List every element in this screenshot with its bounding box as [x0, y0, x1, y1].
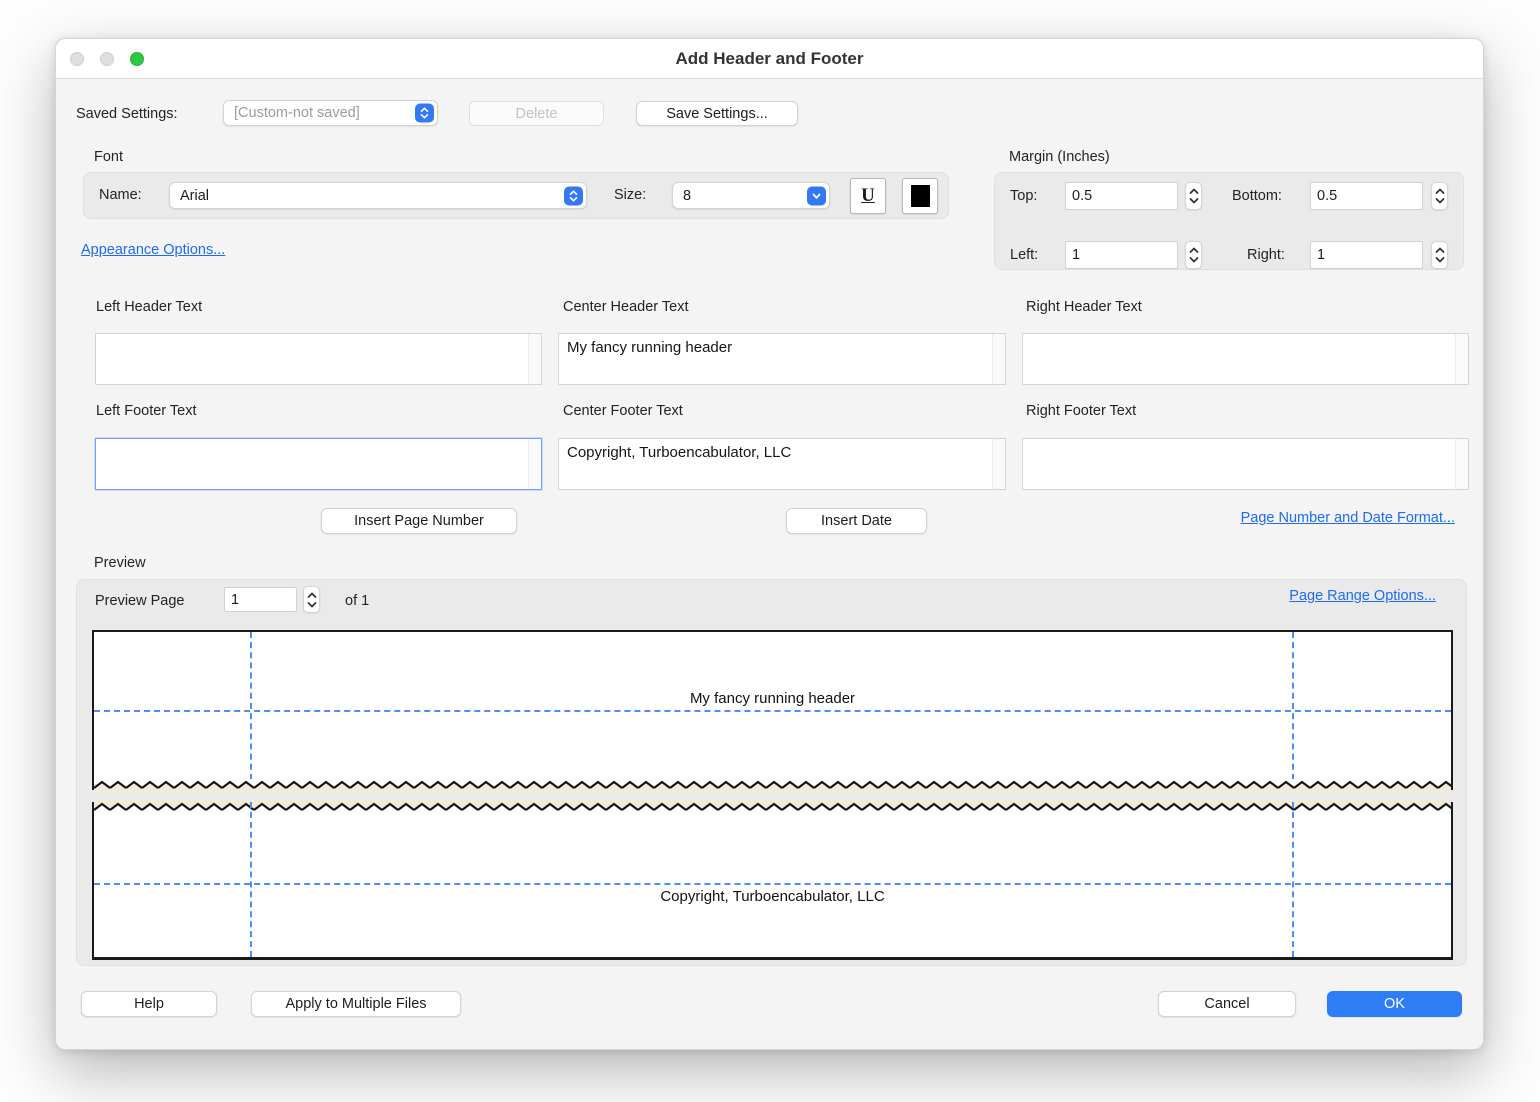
- scrollbar-track[interactable]: [528, 439, 541, 489]
- preview-page-label: Preview Page: [95, 593, 184, 609]
- font-size-label: Size:: [614, 187, 646, 203]
- popup-updown-icon: [564, 186, 583, 205]
- left-header-textarea[interactable]: [96, 334, 527, 384]
- preview-page-footer-region: Copyright, Turboencabulator, LLC: [92, 802, 1453, 960]
- margin-right-label: Right:: [1247, 247, 1285, 263]
- insert-page-number-button[interactable]: Insert Page Number: [321, 508, 517, 534]
- page-range-options-link[interactable]: Page Range Options...: [1289, 588, 1436, 604]
- torn-edge-icon: [94, 800, 1451, 813]
- font-name-select[interactable]: Arial: [169, 182, 587, 209]
- margin-top-label: Top:: [1010, 188, 1037, 204]
- right-header-field[interactable]: [1022, 333, 1469, 385]
- add-header-footer-dialog: Add Header and Footer Saved Settings: [C…: [55, 38, 1484, 1050]
- margin-left-stepper[interactable]: [1185, 241, 1202, 269]
- preview-group: Preview Page of 1 Page Range Options... …: [76, 579, 1467, 966]
- margin-top-input[interactable]: [1065, 182, 1178, 210]
- scrollbar-track[interactable]: [992, 439, 1005, 489]
- page-number-date-format-link[interactable]: Page Number and Date Format...: [1241, 510, 1455, 526]
- margin-top-stepper[interactable]: [1185, 182, 1202, 210]
- center-footer-textarea[interactable]: Copyright, Turboencabulator, LLC: [559, 439, 991, 489]
- left-footer-label: Left Footer Text: [96, 403, 196, 419]
- apply-to-multiple-files-button[interactable]: Apply to Multiple Files: [251, 991, 461, 1017]
- font-group-label: Font: [94, 149, 123, 165]
- right-footer-label: Right Footer Text: [1026, 403, 1136, 419]
- right-margin-guide: [1292, 802, 1294, 957]
- help-button[interactable]: Help: [81, 991, 217, 1017]
- appearance-options-link[interactable]: Appearance Options...: [81, 242, 225, 258]
- preview-footer-text: Copyright, Turboencabulator, LLC: [94, 888, 1451, 905]
- font-group: Name: Arial Size: 8 U: [83, 172, 949, 219]
- title-bar: Add Header and Footer: [56, 39, 1483, 79]
- margin-group: Top: Bottom: Left: Right:: [994, 172, 1464, 270]
- saved-settings-value: [Custom-not saved]: [234, 105, 360, 121]
- margin-group-label: Margin (Inches): [1009, 149, 1110, 165]
- saved-settings-select[interactable]: [Custom-not saved]: [223, 100, 438, 126]
- right-header-label: Right Header Text: [1026, 299, 1142, 315]
- margin-bottom-label: Bottom:: [1232, 188, 1282, 204]
- footer-baseline-guide: [94, 883, 1451, 885]
- combo-down-icon: [807, 186, 826, 205]
- ok-button[interactable]: OK: [1327, 991, 1462, 1017]
- preview-of-label: of 1: [345, 593, 369, 609]
- margin-right-input[interactable]: [1310, 241, 1423, 269]
- font-size-value: 8: [683, 188, 691, 204]
- right-header-textarea[interactable]: [1023, 334, 1454, 384]
- torn-edge-icon: [94, 779, 1451, 792]
- preview-header-text: My fancy running header: [94, 690, 1451, 707]
- center-header-label: Center Header Text: [563, 299, 688, 315]
- margin-bottom-stepper[interactable]: [1431, 182, 1448, 210]
- margin-bottom-input[interactable]: [1310, 182, 1423, 210]
- right-footer-field[interactable]: [1022, 438, 1469, 490]
- font-size-combo[interactable]: 8: [672, 182, 830, 209]
- preview-page-stepper[interactable]: [303, 586, 320, 613]
- font-name-value: Arial: [180, 188, 209, 204]
- scrollbar-track[interactable]: [1455, 334, 1468, 384]
- left-header-label: Left Header Text: [96, 299, 202, 315]
- font-color-button[interactable]: [902, 178, 938, 214]
- scrollbar-track[interactable]: [992, 334, 1005, 384]
- scrollbar-track[interactable]: [528, 334, 541, 384]
- center-header-textarea[interactable]: My fancy running header: [559, 334, 991, 384]
- font-color-swatch: [911, 185, 930, 207]
- preview-page-input[interactable]: [224, 587, 297, 612]
- popup-updown-icon: [415, 104, 434, 123]
- left-header-field[interactable]: [95, 333, 542, 385]
- margin-left-label: Left:: [1010, 247, 1038, 263]
- header-baseline-guide: [94, 710, 1451, 712]
- preview-page-header-region: My fancy running header: [92, 630, 1453, 790]
- save-settings-button[interactable]: Save Settings...: [636, 101, 798, 126]
- center-footer-label: Center Footer Text: [563, 403, 683, 419]
- margin-right-stepper[interactable]: [1431, 241, 1448, 269]
- insert-date-button[interactable]: Insert Date: [786, 508, 927, 534]
- cancel-button[interactable]: Cancel: [1158, 991, 1296, 1017]
- delete-button[interactable]: Delete: [469, 101, 604, 126]
- underline-glyph: U: [861, 185, 875, 207]
- saved-settings-label: Saved Settings:: [76, 106, 178, 122]
- preview-group-label: Preview: [94, 555, 146, 571]
- left-footer-textarea[interactable]: [96, 439, 527, 489]
- left-margin-guide: [250, 802, 252, 957]
- center-header-field[interactable]: My fancy running header: [558, 333, 1006, 385]
- margin-left-input[interactable]: [1065, 241, 1178, 269]
- underline-button[interactable]: U: [850, 178, 886, 214]
- font-name-label: Name:: [99, 187, 142, 203]
- right-footer-textarea[interactable]: [1023, 439, 1454, 489]
- dialog-title: Add Header and Footer: [56, 49, 1483, 69]
- center-footer-field[interactable]: Copyright, Turboencabulator, LLC: [558, 438, 1006, 490]
- left-footer-field[interactable]: [95, 438, 542, 490]
- scrollbar-track[interactable]: [1455, 439, 1468, 489]
